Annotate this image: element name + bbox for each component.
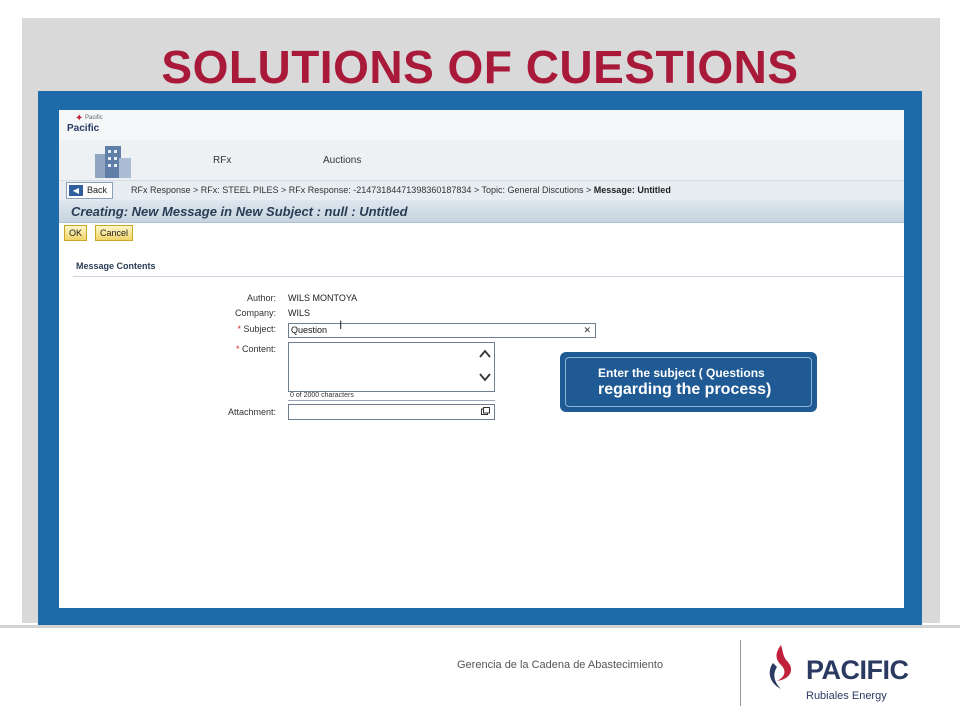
section-title: Message Contents (76, 261, 156, 271)
chevron-up-icon[interactable] (479, 348, 491, 360)
top-nav: RFx Auctions (59, 140, 904, 180)
tab-rfx[interactable]: RFx (213, 155, 231, 166)
section-divider (73, 276, 904, 277)
cancel-button[interactable]: Cancel (95, 225, 134, 241)
breadcrumb-path[interactable]: RFx Response > RFx: STEEL PILES > RFx Re… (131, 185, 591, 195)
subject-label-text: Subject: (243, 324, 276, 334)
content-textarea[interactable] (288, 342, 495, 392)
back-button[interactable]: ◀ Back (66, 182, 114, 199)
flame-logo-icon: ✦ (75, 113, 84, 124)
footer-text: Gerencia de la Cadena de Abastecimiento (457, 659, 664, 671)
content-label-text: Content: (241, 344, 276, 354)
footer-divider-line (0, 625, 960, 628)
char-counter-line (288, 400, 495, 401)
required-mark-content: * (235, 344, 240, 354)
chevron-down-icon[interactable] (479, 371, 491, 383)
pacific-flame-logo-icon (769, 645, 792, 689)
company-label: Company: (234, 308, 276, 318)
author-label: Author: (246, 293, 276, 303)
tab-auctions[interactable]: Auctions (323, 155, 361, 166)
required-mark: * (237, 324, 241, 334)
browse-icon[interactable] (481, 407, 490, 415)
page-header: Creating: New Message in New Subject : n… (59, 200, 904, 223)
attachment-input[interactable] (288, 404, 495, 420)
app-window: ✦ Pacific Pacific RFx Auctions ◀ Back RF… (59, 110, 904, 608)
breadcrumb-bar: ◀ Back RFx Response > RFx: STEEL PILES >… (59, 180, 904, 201)
instruction-callout: Enter the subject ( Questions regarding … (560, 352, 817, 412)
attachment-label: Attachment: (227, 407, 276, 417)
breadcrumb: RFx Response > RFx: STEEL PILES > RFx Re… (131, 185, 671, 195)
brand-word: PACIFIC (806, 655, 909, 685)
footer-vertical-divider (740, 640, 741, 706)
app-logo-tag: Pacific (85, 115, 103, 121)
action-buttons: OK Cancel (59, 224, 904, 242)
page-title: Creating: New Message in New Subject : n… (71, 204, 408, 219)
app-logo-word: Pacific (67, 123, 100, 134)
char-counter: 0 of 2000 characters (290, 392, 354, 399)
buildings-icon (95, 146, 131, 178)
content-label: * Content: (156, 344, 276, 354)
arrow-left-icon: ◀ (69, 185, 83, 196)
clear-icon[interactable]: ✕ (583, 324, 591, 337)
author-value: WILS MONTOYA (288, 293, 358, 303)
subject-input[interactable]: Question ✕ (288, 323, 596, 338)
subject-label: * Subject: (156, 324, 276, 334)
slide-title: SOLUTIONS OF CUESTIONS (161, 41, 799, 93)
app-logo-bar: ✦ Pacific Pacific (59, 110, 904, 141)
breadcrumb-current: Message: Untitled (593, 185, 671, 195)
callout-line-2: regarding the process) (598, 381, 772, 398)
text-cursor-icon: I (339, 318, 343, 332)
app-logo[interactable]: ✦ Pacific Pacific (67, 114, 117, 136)
back-button-label: Back (87, 185, 108, 195)
company-value: WILS (288, 308, 311, 318)
callout-line-1: Enter the subject ( Questions (598, 366, 765, 380)
subject-value: Question (291, 325, 328, 335)
brand-subtitle: Rubiales Energy (806, 690, 887, 702)
ok-button[interactable]: OK (64, 225, 88, 241)
